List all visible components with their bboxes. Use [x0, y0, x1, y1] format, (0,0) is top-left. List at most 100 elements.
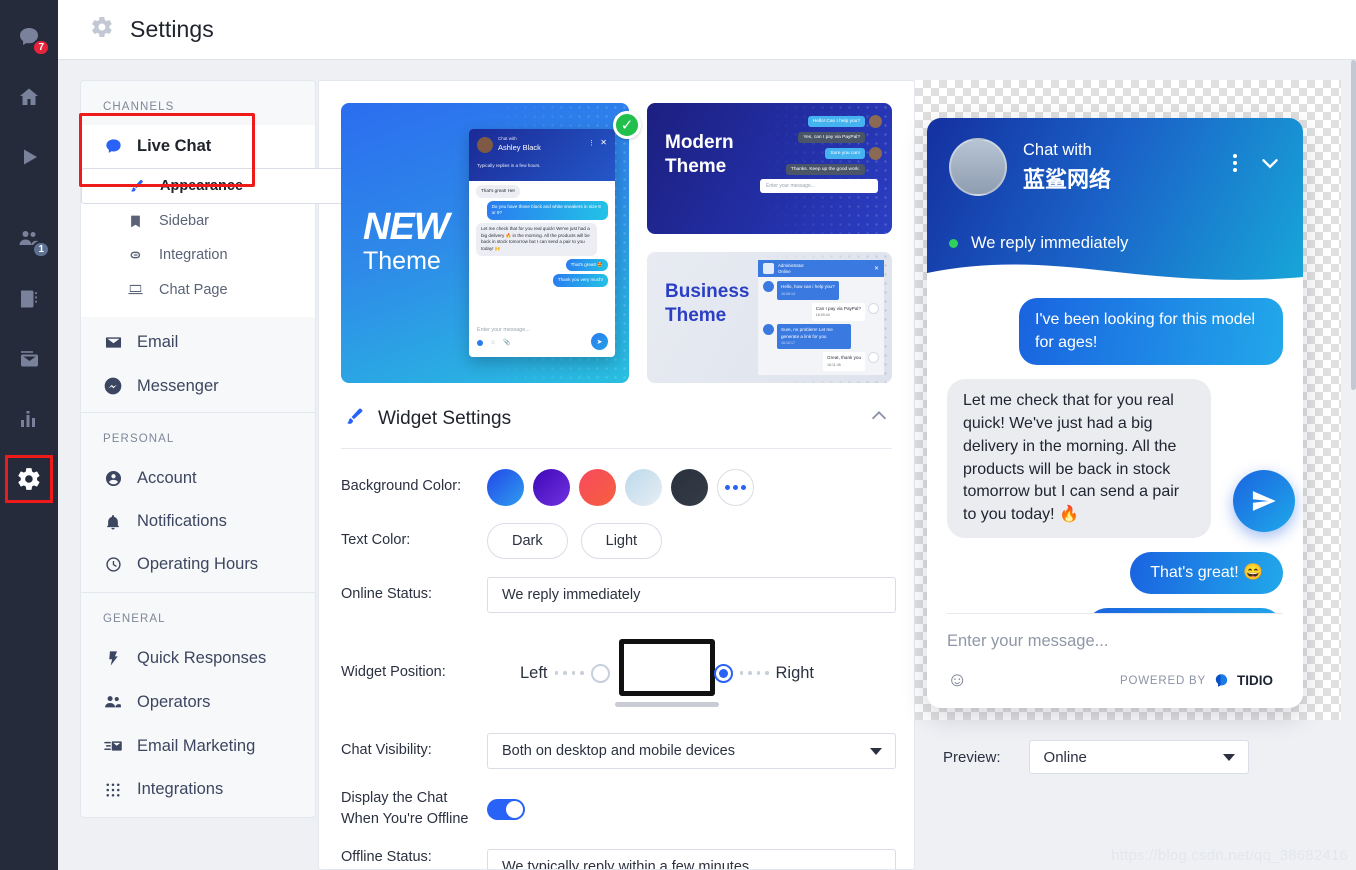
sidebar-item-live-chat[interactable]: Live Chat: [81, 125, 315, 168]
theme-card-modern[interactable]: Modern Theme Hello! Can I help you? Yes,…: [647, 103, 892, 234]
sidebar-item-quick-responses[interactable]: Quick Responses: [81, 637, 315, 680]
preview-mode-select[interactable]: Online: [1028, 740, 1249, 774]
nav-group-personal-title: PERSONAL: [103, 433, 175, 445]
emoji-icon[interactable]: ☺: [947, 669, 967, 692]
preview-selector-row: Preview: Online: [943, 740, 1249, 774]
mini-dot-icon: [477, 339, 483, 346]
chevron-down-icon: [870, 747, 882, 755]
widget-position-label: Widget Position:: [341, 664, 446, 681]
dot: [733, 484, 738, 490]
sidebar-item-notifications[interactable]: Notifications: [81, 500, 315, 543]
sidebar-item-integrations[interactable]: Integrations: [81, 768, 315, 817]
minimize-chevron-icon[interactable]: [1257, 150, 1283, 181]
left-nav-rail: 7 1: [0, 0, 58, 870]
more-colors-button[interactable]: [717, 468, 754, 506]
business-msg-time: 16:10:17: [781, 341, 795, 346]
position-right-radio[interactable]: [713, 663, 733, 683]
page-scrollbar[interactable]: [1351, 60, 1356, 870]
theme-modern-word2: Theme: [665, 155, 727, 177]
people-icon: [103, 692, 123, 712]
rail-contacts-icon[interactable]: [6, 276, 52, 322]
clock-icon: [103, 555, 123, 574]
text-color-dark-button[interactable]: Dark: [487, 523, 568, 559]
dot-line-right: [739, 671, 769, 675]
message-input-placeholder[interactable]: Enter your message...: [947, 632, 1283, 651]
page-title: Settings: [130, 16, 214, 42]
display-offline-toggle[interactable]: [487, 798, 525, 820]
color-swatch-blue[interactable]: [487, 468, 524, 506]
business-mini-header: Administrator Online ✕: [758, 260, 884, 278]
sidebar-item-email-marketing[interactable]: Email Marketing: [81, 724, 315, 768]
laptop-base: [615, 702, 719, 707]
sidebar-item-integration[interactable]: Integration: [81, 238, 315, 272]
collapse-chevron-icon[interactable]: [868, 405, 890, 432]
offline-status-input[interactable]: [487, 849, 896, 869]
chat-widget-footer: Enter your message... ☺ POWERED BY TIDIO: [947, 613, 1283, 708]
theme-card-business[interactable]: Business Theme Administrator Online ✕ He…: [647, 252, 892, 383]
rail-visitors-icon[interactable]: 1: [6, 216, 52, 262]
color-swatch-purple[interactable]: [533, 468, 570, 506]
modern-msg-row: Hello! Can I help you?: [734, 115, 882, 128]
position-picker: Left Right: [487, 631, 847, 715]
theme-card-new[interactable]: NEW Theme Chat with Ashley Black ⋮ ✕ Typ…: [341, 103, 629, 383]
bookmark-icon: [125, 214, 145, 229]
business-msg-time: 16:09:44: [815, 313, 830, 318]
rail-play-icon[interactable]: [6, 134, 52, 180]
row-chat-visibility: Chat Visibility: Both on desktop and mob…: [341, 729, 896, 773]
color-swatch-red[interactable]: [579, 468, 616, 506]
color-swatch-light-blue[interactable]: [625, 468, 662, 506]
color-swatch-dark[interactable]: [671, 468, 708, 506]
business-message-list: Hello, how can i help you? 16:08:14 Can …: [758, 277, 884, 375]
operator-avatar: [949, 138, 1007, 196]
background-color-label: Background Color:: [341, 478, 462, 495]
chat-message-visitor: I've been looking for this model for age…: [1019, 298, 1283, 366]
chat-widget-preview: Chat with 蓝鲨网络 We reply immediately I've…: [927, 118, 1303, 708]
chat-visibility-select[interactable]: Both on desktop and mobile devices: [487, 733, 896, 769]
rail-home-icon[interactable]: [6, 74, 52, 120]
mini-message: That's great! 🤩: [565, 258, 608, 272]
sidebar-item-label: Operating Hours: [137, 555, 259, 573]
theme-new-word1: NEW: [363, 206, 450, 248]
sidebar-item-account[interactable]: Account: [81, 457, 315, 500]
rail-chat-icon[interactable]: 7: [6, 14, 52, 60]
content-body: CHANNELS Live Chat Appearance Sidebar In…: [58, 60, 1356, 870]
sidebar-item-email[interactable]: Email: [81, 317, 315, 364]
settings-nav-column: CHANNELS Live Chat Appearance Sidebar In…: [58, 60, 490, 870]
mini-chat-with: Chat with: [498, 136, 517, 141]
app-root: 7 1 Settings CHANNELS Live Chat Appearan…: [0, 0, 1356, 870]
sidebar-item-label: Appearance: [160, 178, 244, 194]
online-status-input[interactable]: [487, 577, 896, 613]
rail-settings-icon[interactable]: [5, 455, 53, 503]
top-bar: Settings: [58, 0, 1356, 60]
business-msg-row: Great, thank you 16:11:45: [763, 352, 879, 371]
sidebar-item-label: Email: [137, 333, 179, 351]
business-header-name: Administrator: [778, 263, 804, 268]
chat-message-visitor: That's great! 😄: [1130, 551, 1283, 595]
rail-chat-badge: 7: [32, 39, 50, 56]
sidebar-item-label: Notifications: [137, 512, 227, 530]
sidebar-item-label: Sidebar: [159, 213, 209, 229]
sidebar-item-operating-hours[interactable]: Operating Hours: [81, 543, 315, 592]
business-msg-text: Great, thank you: [827, 355, 861, 361]
business-msg-text: Hello, how can i help you?: [781, 284, 835, 290]
rail-inbox-icon[interactable]: [6, 336, 52, 382]
sidebar-item-operators[interactable]: Operators: [81, 680, 315, 724]
appearance-settings-card: NEW Theme Chat with Ashley Black ⋮ ✕ Typ…: [318, 80, 915, 870]
position-right-label: Right: [775, 663, 815, 682]
widget-online-status: We reply immediately: [949, 234, 1128, 253]
widget-settings-header[interactable]: Widget Settings: [341, 383, 892, 448]
text-color-label: Text Color:: [341, 532, 411, 549]
position-left-radio[interactable]: [590, 663, 610, 683]
sidebar-item-chat-page[interactable]: Chat Page: [81, 272, 315, 307]
sidebar-item-sidebar[interactable]: Sidebar: [81, 204, 315, 238]
scrollbar-thumb[interactable]: [1351, 60, 1356, 390]
kebab-menu-icon[interactable]: [1233, 154, 1237, 172]
send-message-button[interactable]: [1233, 470, 1295, 532]
theme-card-new-wrap: NEW Theme Chat with Ashley Black ⋮ ✕ Typ…: [341, 103, 641, 383]
rail-analytics-icon[interactable]: [6, 396, 52, 442]
theme-business-word1: Business: [665, 281, 750, 302]
text-color-light-button[interactable]: Light: [580, 523, 663, 559]
laptop-icon: [125, 281, 145, 298]
sidebar-item-messenger[interactable]: Messenger: [81, 364, 315, 412]
theme-business-word2: Theme: [665, 304, 727, 326]
